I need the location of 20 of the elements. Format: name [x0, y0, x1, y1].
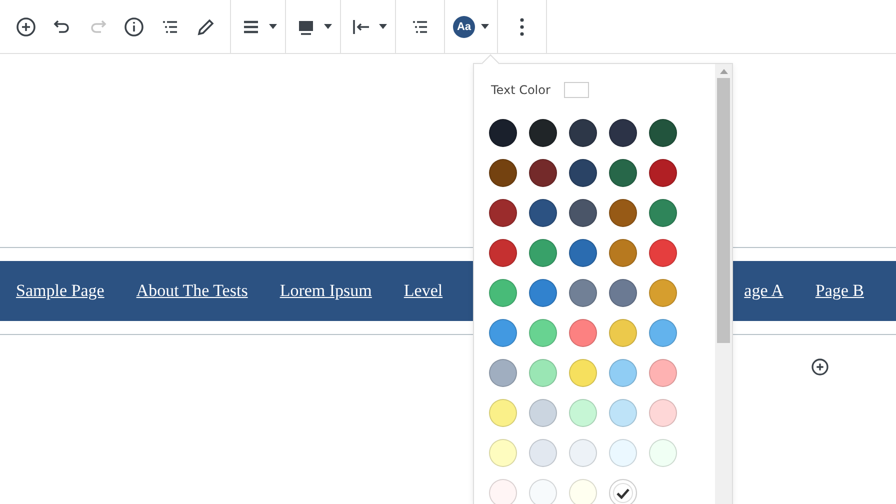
add-icon	[14, 14, 38, 38]
info-icon	[122, 14, 146, 38]
caret-icon	[481, 24, 489, 29]
check-icon	[616, 488, 630, 498]
nav-link[interactable]: Lorem Ipsum	[280, 281, 372, 301]
text-color-label: Text Color	[491, 83, 550, 97]
text-color-button[interactable]: Aa	[451, 8, 491, 44]
scrollbar[interactable]	[715, 64, 732, 504]
color-swatch[interactable]	[609, 479, 637, 504]
more-icon	[520, 18, 524, 36]
caret-icon	[324, 24, 332, 29]
nav-link[interactable]: Page B	[815, 281, 864, 301]
add-block-icon[interactable]	[810, 357, 830, 377]
nav-link[interactable]: Sample Page	[16, 281, 104, 301]
nav-link[interactable]: About The Tests	[136, 281, 248, 301]
caret-icon	[379, 24, 387, 29]
nav-link[interactable]: age A	[744, 281, 784, 301]
nav-link[interactable]: Level	[404, 281, 443, 301]
color-preview	[564, 82, 590, 98]
caret-icon	[269, 24, 277, 29]
